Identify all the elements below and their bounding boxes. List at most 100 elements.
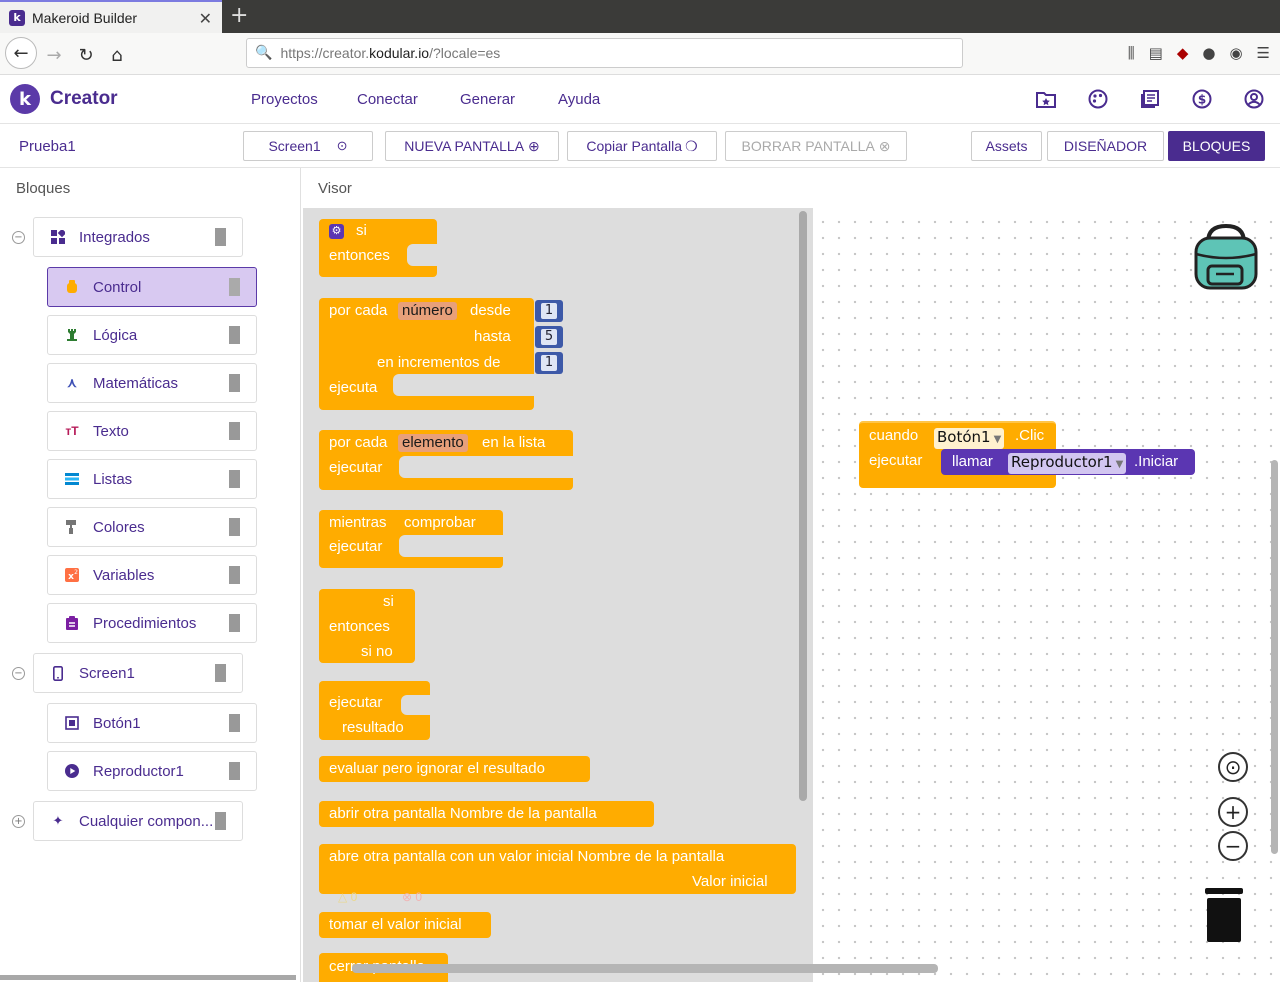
tree-reproductor1[interactable]: Reproductor1 [47,751,257,791]
block-for-range[interactable]: por cada número desde hasta en increment… [319,298,534,410]
drag-handle[interactable] [229,714,240,732]
component-dropdown[interactable]: Botón1 ▼ [934,428,1005,449]
call-block-player-start[interactable]: llamar Reproductor1 ▼ .Iniciar [941,449,1195,475]
assets-button[interactable]: Assets [971,131,1042,161]
home-icon[interactable]: ⌂ [103,41,131,69]
block-open-screen-value[interactable]: abre otra pantalla con un valor inicial … [319,844,796,894]
drag-handle[interactable] [229,614,240,632]
browser-tab-strip: k Makeroid Builder ✕ + [0,0,1280,33]
tab-close-icon[interactable]: ✕ [199,9,212,28]
number-block[interactable]: 1 [535,352,563,374]
user-account-icon[interactable] [1243,88,1265,110]
error-icon[interactable]: ⊗ 0 [402,890,422,904]
extension-icon[interactable]: ● [1202,44,1215,62]
component-dropdown[interactable]: Reproductor1 ▼ [1008,453,1127,474]
blocks-button[interactable]: BLOQUES [1168,131,1265,161]
delete-screen-button[interactable]: BORRAR PANTALLA ⊗ [725,131,907,161]
block-get-start-value[interactable]: tomar el valor inicial [319,912,491,938]
block-while[interactable]: mientras comprobar ejecutar [319,510,503,568]
new-tab-icon[interactable]: + [230,3,248,28]
copy-icon: ❍ [685,137,698,154]
reader-icon[interactable]: ▤ [1149,44,1163,62]
kodular-logo-icon[interactable]: k [10,84,40,114]
collapse-builtin-icon[interactable]: − [12,231,25,244]
sidebar-item-lists[interactable]: Listas [47,459,257,499]
viewer-panel-title: Visor [318,180,352,197]
browser-tools: ⫼ ▤ ◆ ● ◉ ☰ [1128,44,1270,62]
starred-folder-icon[interactable] [1035,88,1057,110]
trash-icon[interactable] [1205,888,1243,942]
drag-handle[interactable] [229,518,240,536]
palette-icon[interactable] [1087,88,1109,110]
flyout-vertical-scrollbar[interactable] [799,211,807,801]
gear-icon[interactable]: ⚙ [329,224,344,239]
collapse-screen-icon[interactable]: − [12,667,25,680]
drag-handle[interactable] [229,762,240,780]
sidebar-item-colors[interactable]: Colores [47,507,257,547]
menu-build[interactable]: Generar [460,91,515,108]
number-block[interactable]: 1 [535,300,563,322]
designer-button[interactable]: DISEÑADOR [1047,131,1164,161]
workspace-horizontal-scrollbar[interactable] [352,964,938,973]
menu-help[interactable]: Ayuda [558,91,600,108]
project-name: Prueba1 [19,138,76,155]
url-bar[interactable]: 🔍 https://creator.kodular.io/?locale=es [246,38,963,68]
drag-handle[interactable] [229,470,240,488]
block-if-else[interactable]: si entonces si no [319,589,415,663]
new-screen-button[interactable]: NUEVA PANTALLA ⊕ [385,131,559,161]
backpack-icon[interactable] [1192,222,1260,292]
block-do-return[interactable]: ejecutar resultado [319,681,430,740]
drag-handle[interactable] [229,278,240,296]
drag-handle[interactable] [215,664,226,682]
brand-name[interactable]: Creator [50,88,118,110]
library-icon[interactable]: ⫼ [1128,44,1135,62]
menu-icon[interactable]: ☰ [1257,44,1270,62]
drag-handle[interactable] [229,422,240,440]
sidebar-item-variables[interactable]: x2 Variables [47,555,257,595]
recenter-icon[interactable]: ⊙ [1218,752,1248,782]
drag-handle[interactable] [215,228,226,246]
copy-screen-button[interactable]: Copiar Pantalla ❍ [567,131,717,161]
dollar-icon[interactable]: $ [1191,88,1213,110]
drag-handle[interactable] [229,326,240,344]
block-if[interactable]: ⚙ si entonces [319,219,437,277]
workspace-vertical-scrollbar[interactable] [1271,460,1278,854]
procedures-icon [64,615,80,631]
forward-icon[interactable]: → [40,41,68,69]
tree-any-component[interactable]: ✦ Cualquier compon... [33,801,243,841]
browser-tab[interactable]: k Makeroid Builder ✕ [0,0,222,33]
block-evaluate-ignore[interactable]: evaluar pero ignorar el resultado [319,756,590,782]
sidebar-item-procedures[interactable]: Procedimientos [47,603,257,643]
back-icon[interactable]: ← [5,37,37,69]
tree-builtin[interactable]: Integrados [33,217,243,257]
warning-icon[interactable]: △ 0 [338,890,357,904]
reload-icon[interactable]: ↻ [72,41,100,69]
sidebar-item-math[interactable]: ⋏ Matemáticas [47,363,257,403]
sidebar-item-text[interactable]: ᴛT Texto [47,411,257,451]
sidebar-horizontal-scrollbar[interactable] [0,975,296,980]
control-icon [64,279,80,295]
screen-select[interactable]: Screen1 ⊙ [243,131,373,161]
account-icon[interactable]: ◉ [1229,44,1242,62]
tree-screen1[interactable]: Screen1 [33,653,243,693]
block-open-screen[interactable]: abrir otra pantalla Nombre de la pantall… [319,801,654,827]
zoom-out-icon[interactable]: − [1218,831,1248,861]
block-for-each[interactable]: por cada elemento en la lista ejecutar [319,430,573,490]
blocks-workspace[interactable] [813,208,1280,982]
tree-boton1[interactable]: Botón1 [47,703,257,743]
drag-handle[interactable] [229,566,240,584]
number-block[interactable]: 5 [535,326,563,348]
ublock-icon[interactable]: ◆ [1177,44,1189,62]
zoom-in-icon[interactable]: + [1218,797,1248,827]
sparkle-icon: ✦ [52,813,64,828]
drag-handle[interactable] [215,812,226,830]
expand-any-icon[interactable]: + [12,815,25,828]
drag-handle[interactable] [229,374,240,392]
colors-icon [64,519,80,535]
menu-projects[interactable]: Proyectos [251,91,318,108]
sidebar-item-control[interactable]: Control [47,267,257,307]
menu-connect[interactable]: Conectar [357,91,418,108]
sidebar-item-logic[interactable]: Lógica [47,315,257,355]
chevron-down-icon: ⊙ [336,138,348,153]
docs-icon[interactable] [1139,88,1161,110]
